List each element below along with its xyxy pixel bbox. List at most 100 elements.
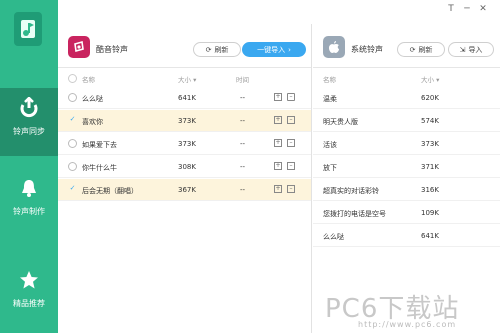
row-name: 明天贵人版 [323, 118, 358, 126]
sidebar-item-label: 铃声同步 [13, 127, 45, 136]
row-name: 如果爱下去 [82, 141, 117, 149]
one-click-import-button[interactable]: 一键导入 › [242, 42, 306, 57]
import-row-icon[interactable]: + [274, 93, 282, 101]
row-size: 371K [421, 163, 439, 171]
sidebar-item-label: 精品推荐 [13, 299, 45, 308]
row-name: 么么哒 [323, 233, 344, 241]
table-header: 名称 大小 ▾ 时间 [58, 72, 311, 86]
apple-logo-icon [323, 36, 345, 58]
table-row[interactable]: 超真实的对话彩铃 316K [313, 179, 500, 201]
title-bar: T ─ ✕ [58, 0, 500, 20]
row-size: 574K [421, 117, 439, 125]
refresh-button[interactable]: ⟳ 刷新 [397, 42, 445, 57]
row-time: -- [240, 94, 246, 102]
watermark-url: http://www.pc6.com [358, 320, 457, 329]
refresh-button[interactable]: ⟳ 刷新 [193, 42, 241, 57]
table-row[interactable]: ✓ 后会无期（翻唱） 367K -- + – [58, 179, 311, 201]
refresh-icon: ⟳ [409, 45, 416, 54]
refresh-label: 刷新 [418, 45, 433, 54]
arrow-right-icon: › [288, 45, 291, 54]
import-row-icon[interactable]: + [274, 116, 282, 124]
row-checkbox[interactable] [68, 162, 77, 171]
row-time: -- [240, 117, 246, 125]
row-size: 373K [178, 140, 196, 148]
row-size: 620K [421, 94, 439, 102]
panel-header: 酷音铃声 ⟳ 刷新 一键导入 › [58, 24, 311, 68]
row-size: 109K [421, 209, 439, 217]
row-name: 你牛什么牛 [82, 164, 117, 172]
row-size: 373K [421, 140, 439, 148]
column-size[interactable]: 大小 ▾ [421, 74, 439, 84]
sidebar-item-label: 铃声制作 [13, 207, 45, 216]
trash-icon[interactable]: – [287, 116, 295, 124]
row-name: 放下 [323, 164, 337, 172]
sidebar-item-ringtone-sync[interactable]: 铃声同步 [0, 88, 58, 156]
row-name: 超真实的对话彩铃 [323, 187, 379, 195]
row-name: 喜欢你 [82, 118, 103, 126]
row-size: 316K [421, 186, 439, 194]
refresh-icon: ⟳ [205, 45, 212, 54]
table-row[interactable]: ✓ 喜欢你 373K -- + – [58, 110, 311, 132]
select-all-checkbox[interactable] [68, 74, 77, 83]
row-size: 641K [421, 232, 439, 240]
sync-arrow-icon [17, 96, 41, 120]
system-ringtone-panel: 系统铃声 ⟳ 刷新 ⇲ 导入 名称 大小 ▾ 温柔 620K 明天贵人版 574… [313, 24, 500, 333]
sidebar-item-ringtone-make[interactable]: 铃声制作 [0, 176, 58, 226]
table-row[interactable]: 么么哒 641K -- + – [58, 87, 311, 109]
import-button[interactable]: ⇲ 导入 [448, 42, 494, 57]
table-row[interactable]: 活该 373K [313, 133, 500, 155]
row-name: 后会无期（翻唱） [82, 187, 138, 195]
import-icon: ⇲ [459, 45, 466, 54]
row-size: 641K [178, 94, 196, 102]
panel-header: 系统铃声 ⟳ 刷新 ⇲ 导入 [313, 24, 500, 68]
music-note-icon [21, 20, 35, 38]
row-name: 温柔 [323, 95, 337, 103]
table-row[interactable]: 您拨打的电话是空号 109K [313, 202, 500, 224]
row-time: -- [240, 140, 246, 148]
sidebar-item-recommend[interactable]: 精品推荐 [0, 268, 58, 318]
table-row[interactable]: 你牛什么牛 308K -- + – [58, 156, 311, 178]
table-row[interactable]: 如果爱下去 373K -- + – [58, 133, 311, 155]
column-time[interactable]: 时间 [236, 74, 249, 84]
trash-icon[interactable]: – [287, 185, 295, 193]
row-checkbox-checked[interactable]: ✓ [68, 185, 77, 194]
import-label: 一键导入 [257, 45, 286, 54]
sidebar: 铃声同步 铃声制作 精品推荐 [0, 0, 58, 333]
row-checkbox[interactable] [68, 139, 77, 148]
column-name[interactable]: 名称 [82, 74, 95, 84]
column-name[interactable]: 名称 [323, 74, 336, 84]
trash-icon[interactable]: – [287, 93, 295, 101]
bell-icon [17, 176, 41, 200]
column-size[interactable]: 大小 ▾ [178, 74, 196, 84]
panel-title: 系统铃声 [351, 45, 383, 54]
table-row[interactable]: 明天贵人版 574K [313, 110, 500, 132]
row-checkbox[interactable] [68, 93, 77, 102]
import-row-icon[interactable]: + [274, 139, 282, 147]
row-time: -- [240, 186, 246, 194]
row-size: 373K [178, 117, 196, 125]
refresh-label: 刷新 [214, 45, 229, 54]
import-label: 导入 [468, 45, 483, 54]
row-checkbox-checked[interactable]: ✓ [68, 116, 77, 125]
kuyin-logo-icon [68, 36, 90, 58]
table-header: 名称 大小 ▾ [313, 72, 500, 86]
row-size: 367K [178, 186, 196, 194]
row-name: 么么哒 [82, 95, 103, 103]
close-button[interactable]: ✕ [478, 4, 488, 14]
import-row-icon[interactable]: + [274, 162, 282, 170]
row-name: 活该 [323, 141, 337, 149]
star-icon [17, 268, 41, 292]
row-size: 308K [178, 163, 196, 171]
panel-title: 酷音铃声 [96, 45, 128, 54]
row-name: 您拨打的电话是空号 [323, 210, 386, 218]
import-row-icon[interactable]: + [274, 185, 282, 193]
trash-icon[interactable]: – [287, 162, 295, 170]
row-time: -- [240, 163, 246, 171]
kuyin-ringtone-panel: 酷音铃声 ⟳ 刷新 一键导入 › 名称 大小 ▾ 时间 么么哒 641K -- … [58, 24, 312, 333]
skin-icon[interactable]: T [446, 4, 456, 14]
table-row[interactable]: 么么哒 641K [313, 225, 500, 247]
table-row[interactable]: 放下 371K [313, 156, 500, 178]
minimize-button[interactable]: ─ [462, 4, 472, 14]
trash-icon[interactable]: – [287, 139, 295, 147]
table-row[interactable]: 温柔 620K [313, 87, 500, 109]
